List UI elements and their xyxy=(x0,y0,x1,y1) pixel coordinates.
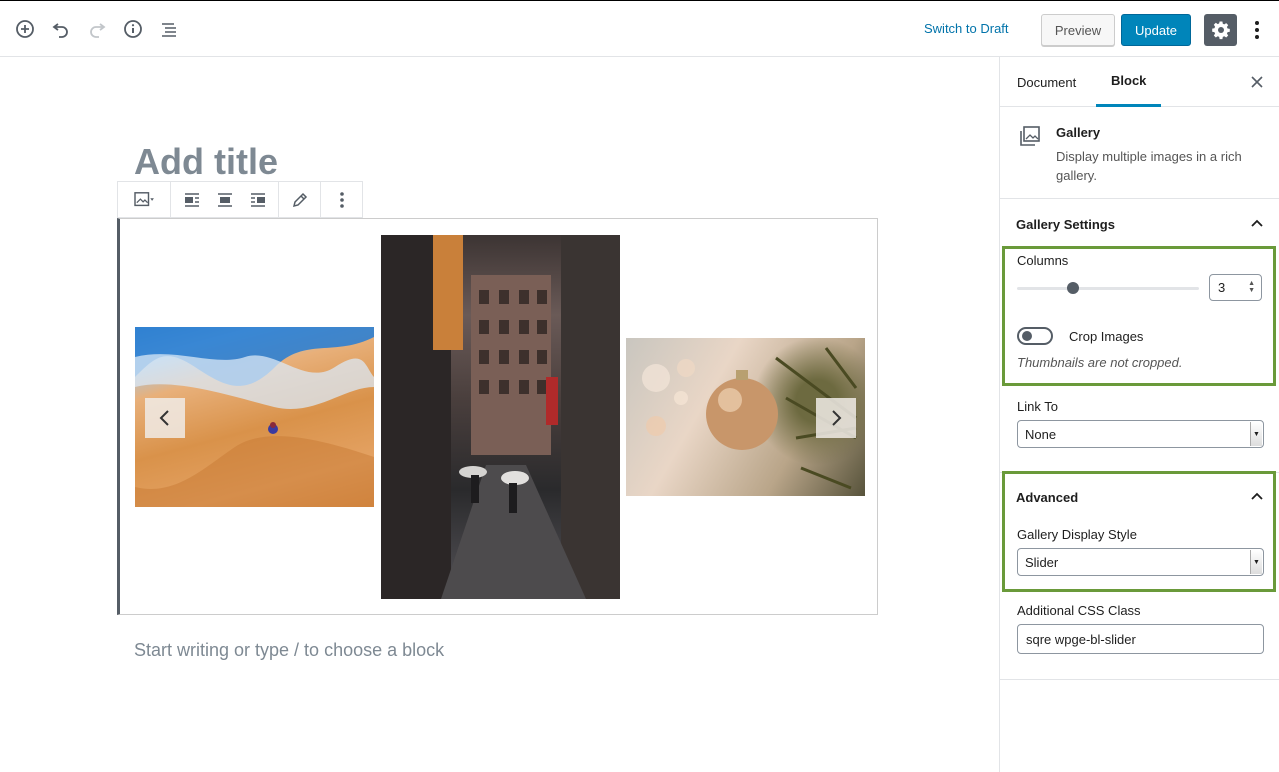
block-card-title: Gallery xyxy=(1056,125,1101,140)
link-to-label: Link To xyxy=(1017,399,1058,414)
chevron-right-icon xyxy=(832,410,842,426)
switch-to-draft-link[interactable]: Switch to Draft xyxy=(924,21,1009,36)
settings-sidebar: Document Block Gallery Display multiple … xyxy=(999,57,1279,772)
gallery-settings-panel-toggle[interactable]: Gallery Settings xyxy=(1000,200,1279,248)
post-title-input[interactable]: Add title xyxy=(134,141,278,183)
close-icon xyxy=(1251,76,1263,88)
spinner-arrows-icon[interactable]: ▲ ▼ xyxy=(1248,280,1255,294)
info-icon[interactable] xyxy=(121,17,145,41)
more-vertical-icon xyxy=(339,191,344,208)
columns-label: Columns xyxy=(1017,253,1069,268)
outline-icon[interactable] xyxy=(157,17,181,41)
columns-slider-thumb[interactable] xyxy=(1067,282,1079,294)
dropdown-arrow-icon: ▼ xyxy=(1250,422,1262,446)
gallery-block[interactable] xyxy=(117,218,878,615)
gallery-image-street[interactable] xyxy=(381,235,620,599)
slider-next-button[interactable] xyxy=(816,398,856,438)
align-right-icon xyxy=(250,192,265,207)
editor-header: Switch to Draft Preview Update xyxy=(0,0,1279,57)
chevron-left-icon xyxy=(159,410,169,426)
settings-button[interactable] xyxy=(1204,14,1237,46)
crop-images-toggle[interactable] xyxy=(1017,327,1053,345)
block-switcher-button[interactable] xyxy=(122,182,166,217)
css-class-label: Additional CSS Class xyxy=(1017,603,1141,618)
align-left-icon xyxy=(184,192,199,207)
edit-gallery-button[interactable] xyxy=(283,182,316,217)
editor-canvas: Add title Start writing or type / to cho… xyxy=(0,57,999,772)
update-button[interactable]: Update xyxy=(1121,14,1191,46)
block-appender[interactable]: Start writing or type / to choose a bloc… xyxy=(134,640,444,661)
more-vertical-icon xyxy=(1255,21,1259,39)
chevron-up-icon xyxy=(1251,219,1263,227)
preview-button[interactable]: Preview xyxy=(1041,14,1115,46)
gallery-settings-title: Gallery Settings xyxy=(1016,216,1115,232)
redo-icon[interactable] xyxy=(85,17,109,41)
columns-value: 3 xyxy=(1218,280,1226,295)
align-center-icon xyxy=(217,192,232,207)
slider-prev-button[interactable] xyxy=(145,398,185,438)
edit-pencil-icon xyxy=(292,192,307,207)
toggle-knob xyxy=(1022,331,1032,341)
sidebar-tabs: Document Block xyxy=(1000,57,1279,107)
css-class-input[interactable]: sqre wpge-bl-slider xyxy=(1017,624,1264,654)
gallery-icon xyxy=(134,191,154,206)
link-to-select[interactable]: None ▼ xyxy=(1017,420,1264,448)
crop-images-help: Thumbnails are not cropped. xyxy=(1017,355,1183,370)
more-options-button[interactable] xyxy=(1248,17,1266,43)
undo-icon[interactable] xyxy=(49,17,73,41)
gear-icon xyxy=(1211,21,1230,40)
display-style-label: Gallery Display Style xyxy=(1017,527,1137,542)
dropdown-arrow-icon: ▼ xyxy=(1250,550,1262,574)
tab-block[interactable]: Block xyxy=(1096,57,1162,107)
block-toolbar xyxy=(117,181,363,218)
align-right-button[interactable] xyxy=(241,182,274,217)
display-style-select[interactable]: Slider ▼ xyxy=(1017,548,1264,576)
block-more-options-button[interactable] xyxy=(325,182,358,217)
columns-number-input[interactable]: 3 ▲ ▼ xyxy=(1209,274,1262,301)
gallery-icon xyxy=(1019,125,1041,147)
tab-document[interactable]: Document xyxy=(1017,57,1076,107)
close-sidebar-button[interactable] xyxy=(1248,73,1266,91)
link-to-value: None xyxy=(1025,427,1057,442)
display-style-value: Slider xyxy=(1025,555,1059,570)
block-card: Gallery Display multiple images in a ric… xyxy=(1000,107,1279,199)
panel-divider xyxy=(1000,679,1279,680)
block-card-description: Display multiple images in a rich galler… xyxy=(1056,149,1242,183)
columns-slider-track[interactable] xyxy=(1017,287,1199,290)
align-left-button[interactable] xyxy=(175,182,208,217)
add-block-icon[interactable] xyxy=(13,17,37,41)
align-center-button[interactable] xyxy=(208,182,241,217)
crop-images-label: Crop Images xyxy=(1069,329,1144,344)
